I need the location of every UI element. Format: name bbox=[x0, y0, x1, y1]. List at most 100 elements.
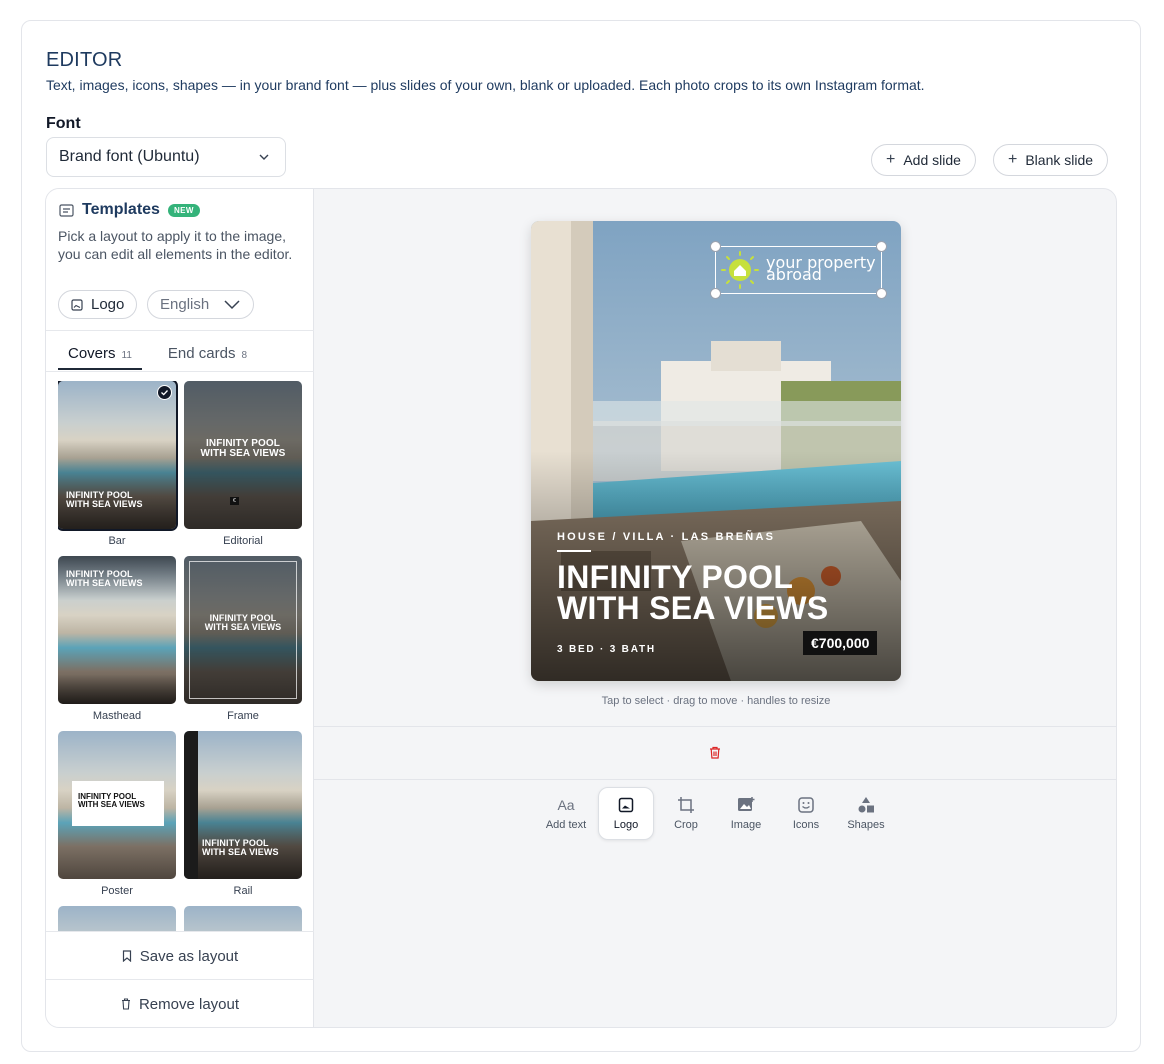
template-label: Editorial bbox=[223, 535, 263, 547]
template-thumbnails: INFINITY POOL WITH SEA VIEWS Bar INFINITY… bbox=[58, 381, 302, 931]
icons-tool[interactable]: Icons bbox=[778, 787, 834, 840]
template-thumb: INFINITY POOL WITH SEA VIEWS € bbox=[184, 381, 302, 529]
font-select[interactable]: Brand font (Ubuntu) bbox=[46, 137, 286, 177]
template-label: Masthead bbox=[92, 710, 142, 722]
page-subtitle: Text, images, icons, shapes — in your br… bbox=[46, 77, 925, 93]
thumb-title: INFINITY POOL WITH SEA VIEWS bbox=[204, 613, 282, 632]
add-image-icon bbox=[737, 796, 755, 814]
logo-mark-icon bbox=[721, 251, 759, 289]
logo-chip[interactable]: Logo bbox=[58, 290, 138, 319]
templates-panel: Templates NEW Pick a layout to apply it … bbox=[46, 189, 314, 1027]
divider bbox=[314, 726, 1116, 727]
template-frame[interactable]: INFINITY POOL WITH SEA VIEWS Frame bbox=[184, 556, 302, 722]
template-thumb[interactable] bbox=[184, 906, 302, 931]
logo-chip-label: Logo bbox=[91, 296, 125, 313]
template-thumb[interactable] bbox=[58, 906, 176, 931]
template-editorial[interactable]: INFINITY POOL WITH SEA VIEWS € Editorial bbox=[184, 381, 302, 547]
plus-icon: + bbox=[886, 151, 896, 168]
templates-header: Templates NEW bbox=[59, 201, 200, 219]
slide-preview[interactable]: your property abroad HOUSE / VILLA · LAS … bbox=[531, 221, 901, 681]
property-title-text[interactable]: INFINITY POOL WITH SEA VIEWS bbox=[557, 561, 828, 624]
chevron-down-icon bbox=[259, 154, 269, 160]
add-slide-label: Add slide bbox=[903, 152, 961, 168]
add-slide-button[interactable]: + Add slide bbox=[871, 144, 976, 176]
template-poster[interactable]: INFINITY POOL WITH SEA VIEWS Poster bbox=[58, 731, 176, 897]
divider bbox=[314, 779, 1116, 780]
shapes-icon bbox=[857, 796, 875, 814]
tab-covers[interactable]: Covers 11 bbox=[58, 345, 142, 370]
thumb-title: INFINITY POOL WITH SEA VIEWS bbox=[66, 569, 143, 588]
logo-selection-box[interactable]: your property abroad bbox=[710, 241, 887, 299]
thumb-title: INFINITY POOL WITH SEA VIEWS bbox=[202, 838, 279, 857]
resize-handle-bottom-left[interactable] bbox=[710, 288, 721, 299]
language-value: English bbox=[160, 296, 210, 313]
tab-end-cards[interactable]: End cards 8 bbox=[168, 345, 247, 370]
remove-layout-button[interactable]: Remove layout bbox=[46, 980, 314, 1027]
crop-icon bbox=[677, 796, 695, 814]
resize-handle-bottom-right[interactable] bbox=[876, 288, 887, 299]
image-tool[interactable]: Image bbox=[718, 787, 774, 840]
sticker-icon bbox=[797, 796, 815, 814]
template-rail[interactable]: INFINITY POOL WITH SEA VIEWS Rail bbox=[184, 731, 302, 897]
blank-slide-button[interactable]: + Blank slide bbox=[993, 144, 1109, 176]
tab-covers-count: 11 bbox=[121, 350, 132, 361]
thumb-rail bbox=[184, 731, 198, 879]
crop-tool[interactable]: Crop bbox=[658, 787, 714, 840]
preview-hint: Tap to select · drag to move · handles t… bbox=[601, 695, 831, 707]
editor-workspace: Templates NEW Pick a layout to apply it … bbox=[45, 188, 1117, 1028]
add-text-tool[interactable]: Aa Add text bbox=[538, 787, 594, 840]
template-label: Rail bbox=[233, 885, 253, 897]
template-masthead[interactable]: INFINITY POOL WITH SEA VIEWS Masthead bbox=[58, 556, 176, 722]
shapes-tool-label: Shapes bbox=[847, 819, 885, 831]
save-layout-label: Save as layout bbox=[139, 947, 239, 965]
tab-covers-label: Covers bbox=[68, 345, 116, 362]
element-toolbar: Aa Add text Logo Crop Image Icons Shapes bbox=[538, 787, 894, 840]
logo-tool-label: Logo bbox=[613, 819, 639, 831]
font-label: Font bbox=[46, 115, 81, 132]
blank-slide-label: Blank slide bbox=[1025, 152, 1094, 168]
thumb-box: INFINITY POOL WITH SEA VIEWS bbox=[72, 781, 164, 826]
template-label: Bar bbox=[108, 535, 126, 547]
shapes-tool[interactable]: Shapes bbox=[838, 787, 894, 840]
font-select-value: Brand font (Ubuntu) bbox=[59, 148, 200, 165]
resize-handle-top-right[interactable] bbox=[876, 241, 887, 252]
check-icon bbox=[157, 385, 172, 400]
thumb-price: € bbox=[230, 497, 239, 505]
thumb-title: INFINITY POOL WITH SEA VIEWS bbox=[200, 438, 286, 459]
templates-icon bbox=[59, 203, 74, 217]
logo-tool[interactable]: Logo bbox=[598, 787, 654, 840]
divider bbox=[46, 371, 314, 372]
remove-layout-label: Remove layout bbox=[138, 995, 240, 1013]
thumb-title: INFINITY POOL WITH SEA VIEWS bbox=[66, 490, 143, 509]
template-thumb: INFINITY POOL WITH SEA VIEWS bbox=[58, 731, 176, 879]
chevron-down-icon bbox=[224, 299, 240, 309]
page-title: EDITOR bbox=[46, 49, 123, 71]
language-select[interactable]: English bbox=[147, 290, 255, 319]
save-layout-button[interactable]: Save as layout bbox=[46, 932, 314, 980]
trash-icon bbox=[121, 998, 130, 1010]
image-tool-label: Image bbox=[730, 819, 762, 831]
bookmark-icon bbox=[122, 950, 131, 962]
template-tabs: Covers 11 End cards 8 bbox=[58, 345, 247, 370]
icons-tool-label: Icons bbox=[792, 819, 820, 831]
template-label: Frame bbox=[227, 710, 259, 722]
template-thumb: INFINITY POOL WITH SEA VIEWS bbox=[184, 731, 302, 879]
add-text-label: Add text bbox=[545, 819, 587, 831]
template-thumb: INFINITY POOL WITH SEA VIEWS bbox=[184, 556, 302, 704]
template-thumb: INFINITY POOL WITH SEA VIEWS bbox=[58, 556, 176, 704]
divider bbox=[46, 330, 314, 331]
delete-element-icon[interactable] bbox=[709, 746, 721, 759]
resize-handle-top-left[interactable] bbox=[710, 241, 721, 252]
property-type-text[interactable]: HOUSE / VILLA · LAS BREÑAS bbox=[557, 531, 775, 543]
title-rule bbox=[557, 550, 591, 552]
image-icon bbox=[71, 298, 83, 311]
logo-image-icon bbox=[617, 796, 635, 814]
templates-title: Templates bbox=[82, 201, 160, 218]
price-tag[interactable]: €700,000 bbox=[803, 631, 878, 655]
tab-end-cards-count: 8 bbox=[241, 350, 248, 361]
template-bar[interactable]: INFINITY POOL WITH SEA VIEWS Bar bbox=[58, 381, 178, 547]
tab-end-cards-label: End cards bbox=[167, 345, 236, 362]
plus-icon: + bbox=[1008, 151, 1018, 168]
template-thumb: INFINITY POOL WITH SEA VIEWS bbox=[58, 381, 178, 531]
beds-baths-text[interactable]: 3 BED · 3 BATH bbox=[557, 644, 656, 655]
